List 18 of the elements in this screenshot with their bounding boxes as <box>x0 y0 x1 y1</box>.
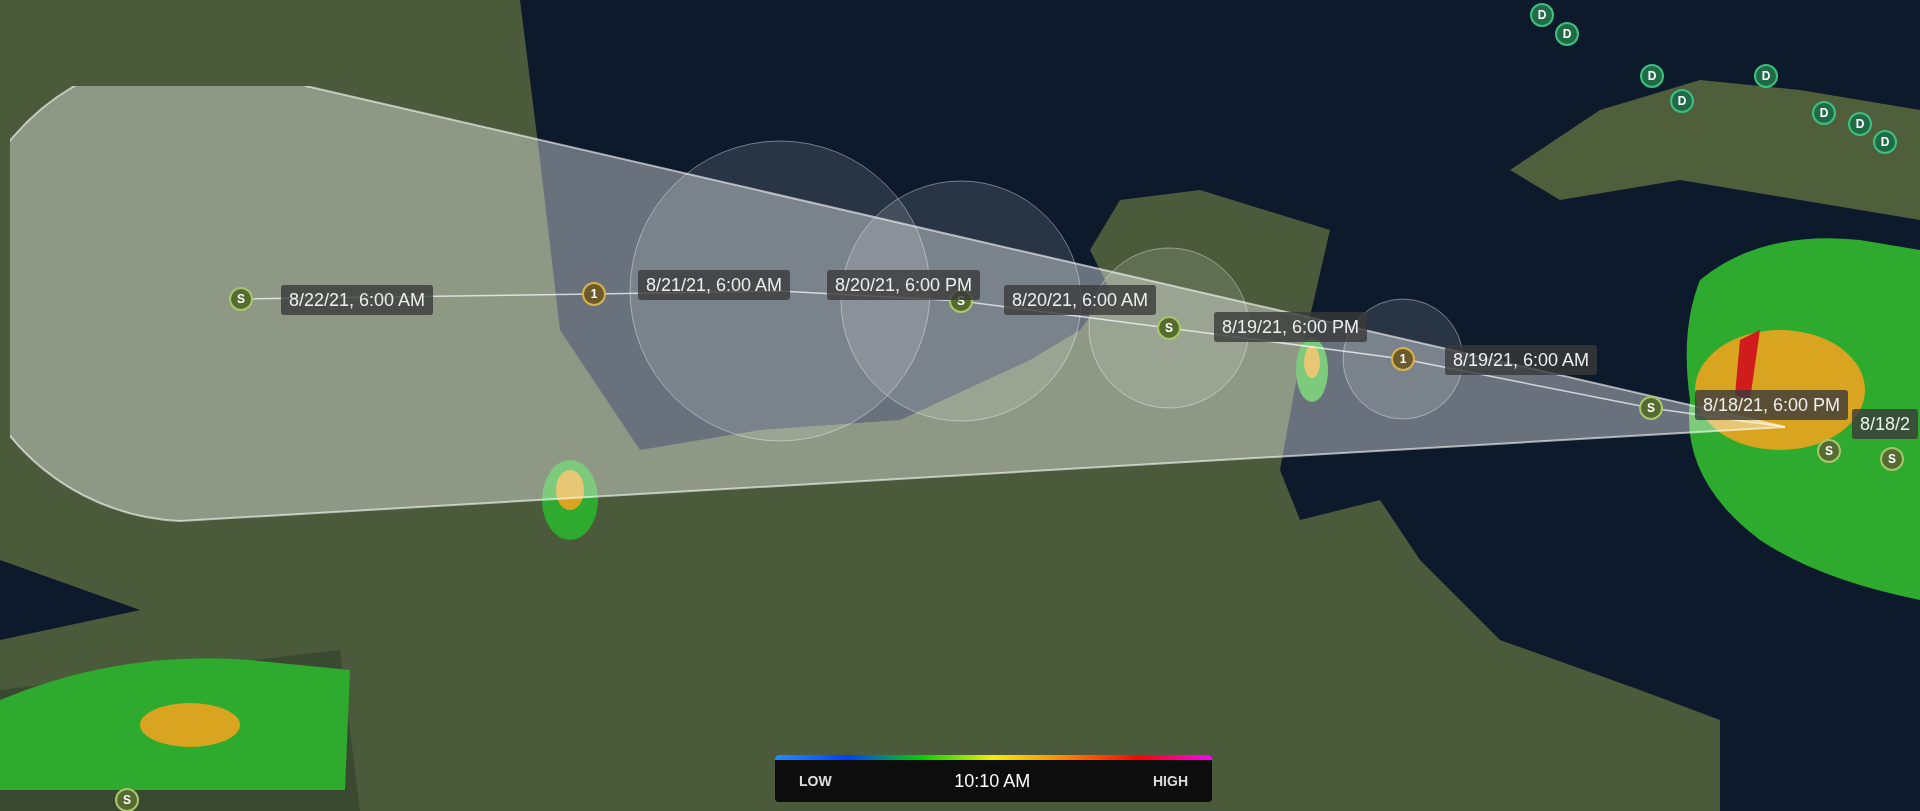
legend-low-label: LOW <box>799 771 832 791</box>
forecast-time-label: 8/21/21, 6:00 AM <box>638 270 791 300</box>
track-point-marker[interactable]: D <box>1530 3 1554 27</box>
forecast-time-label: 8/18/21, 6:00 PM <box>1695 390 1849 420</box>
forecast-time-label: 8/19/21, 6:00 AM <box>1445 345 1598 375</box>
forecast-time-label: 8/20/21, 6:00 PM <box>827 270 981 300</box>
track-point-marker[interactable]: 1 <box>582 282 606 306</box>
legend-high-label: HIGH <box>1153 771 1188 791</box>
track-point-marker[interactable]: D <box>1555 22 1579 46</box>
legend-time-label: 10:10 AM <box>954 769 1031 793</box>
forecast-time-label: 8/20/21, 6:00 AM <box>1004 285 1157 315</box>
forecast-time-label: 8/22/21, 6:00 AM <box>281 285 434 315</box>
forecast-time-label: 8/19/21, 6:00 PM <box>1214 312 1368 342</box>
track-point-marker[interactable]: D <box>1754 64 1778 88</box>
forecast-time-label: 8/18/2 <box>1852 409 1919 439</box>
track-point-marker[interactable]: D <box>1640 64 1664 88</box>
track-point-marker[interactable]: S <box>1639 396 1663 420</box>
track-point-marker[interactable]: 1 <box>1391 347 1415 371</box>
